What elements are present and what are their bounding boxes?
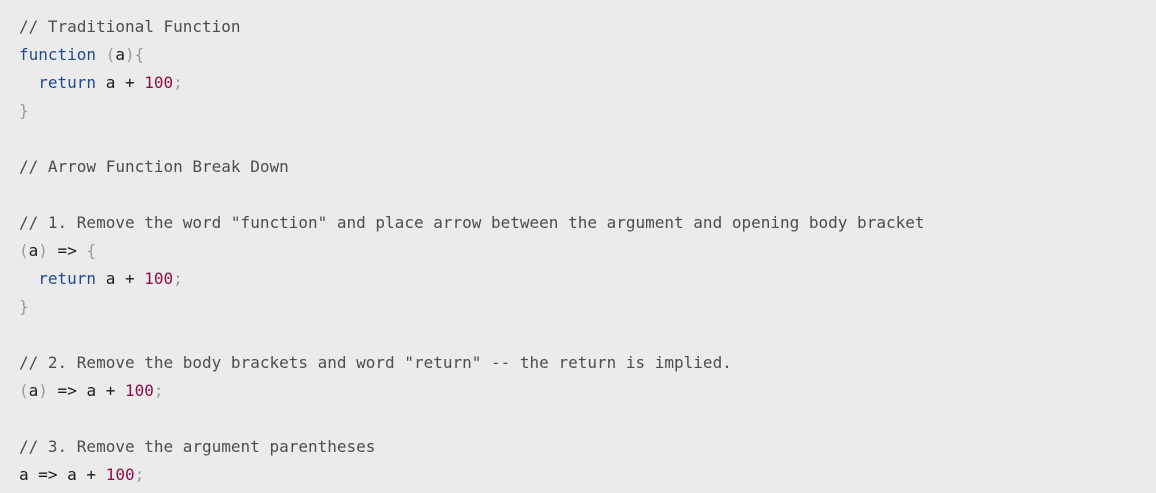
code-line: function (a){ (19, 41, 1156, 69)
code-line: return a + 100; (19, 265, 1156, 293)
code-token-punct: ; (134, 465, 145, 484)
code-token-comment: // 2. Remove the body brackets and word … (19, 353, 732, 372)
code-token-keyword: function (19, 45, 97, 64)
code-token-punct: { (86, 241, 97, 260)
code-token-punct: ( (19, 381, 29, 400)
code-block: // Traditional Function function (a){ ret… (0, 0, 1156, 493)
code-token-number: 100 (124, 381, 154, 400)
code-token-punct: ){ (124, 45, 145, 64)
code-token-ident: a => a + (19, 465, 106, 484)
code-token-ident: a + (96, 269, 145, 288)
code-token-ident: a (28, 241, 39, 260)
code-line: // Traditional Function (19, 13, 1156, 41)
code-token-punct: ; (173, 269, 183, 288)
code-token-punct: } (19, 101, 29, 120)
code-token-punct: ) (38, 381, 48, 400)
code-line: // Arrow Function Break Down (19, 153, 1156, 181)
code-token-punct: ( (19, 241, 29, 260)
code-token-ident: a + (96, 73, 145, 92)
code-token-ident (96, 45, 106, 64)
code-token-ident: a (115, 45, 125, 64)
code-token-number: 100 (105, 465, 135, 484)
code-token-comment: // Traditional Function (19, 17, 241, 36)
code-token-op: => (47, 241, 87, 260)
code-line: } (19, 97, 1156, 125)
code-token-punct: ; (173, 73, 183, 92)
code-line: // 1. Remove the word "function" and pla… (19, 209, 1156, 237)
code-line: return a + 100; (19, 69, 1156, 97)
code-token-op: => a + (47, 381, 125, 400)
code-line: // 3. Remove the argument parentheses (19, 433, 1156, 461)
code-token-ident (19, 73, 38, 92)
code-token-comment: // Arrow Function Break Down (19, 157, 289, 176)
code-line: // 2. Remove the body brackets and word … (19, 349, 1156, 377)
code-line: (a) => a + 100; (19, 377, 1156, 405)
code-line: a => a + 100; (19, 461, 1156, 489)
code-token-keyword: return (38, 269, 97, 288)
code-token-comment: // 3. Remove the argument parentheses (19, 437, 376, 456)
code-token-number: 100 (144, 73, 174, 92)
code-token-punct: ) (38, 241, 48, 260)
code-token-keyword: return (38, 73, 97, 92)
code-token-punct: } (19, 297, 29, 316)
code-token-punct: ( (105, 45, 116, 64)
code-line: } (19, 293, 1156, 321)
code-token-punct: ; (153, 381, 164, 400)
code-token-comment: // 1. Remove the word "function" and pla… (19, 213, 925, 232)
code-token-ident (19, 269, 38, 288)
code-line: (a) => { (19, 237, 1156, 265)
code-token-ident: a (28, 381, 39, 400)
code-token-number: 100 (144, 269, 174, 288)
